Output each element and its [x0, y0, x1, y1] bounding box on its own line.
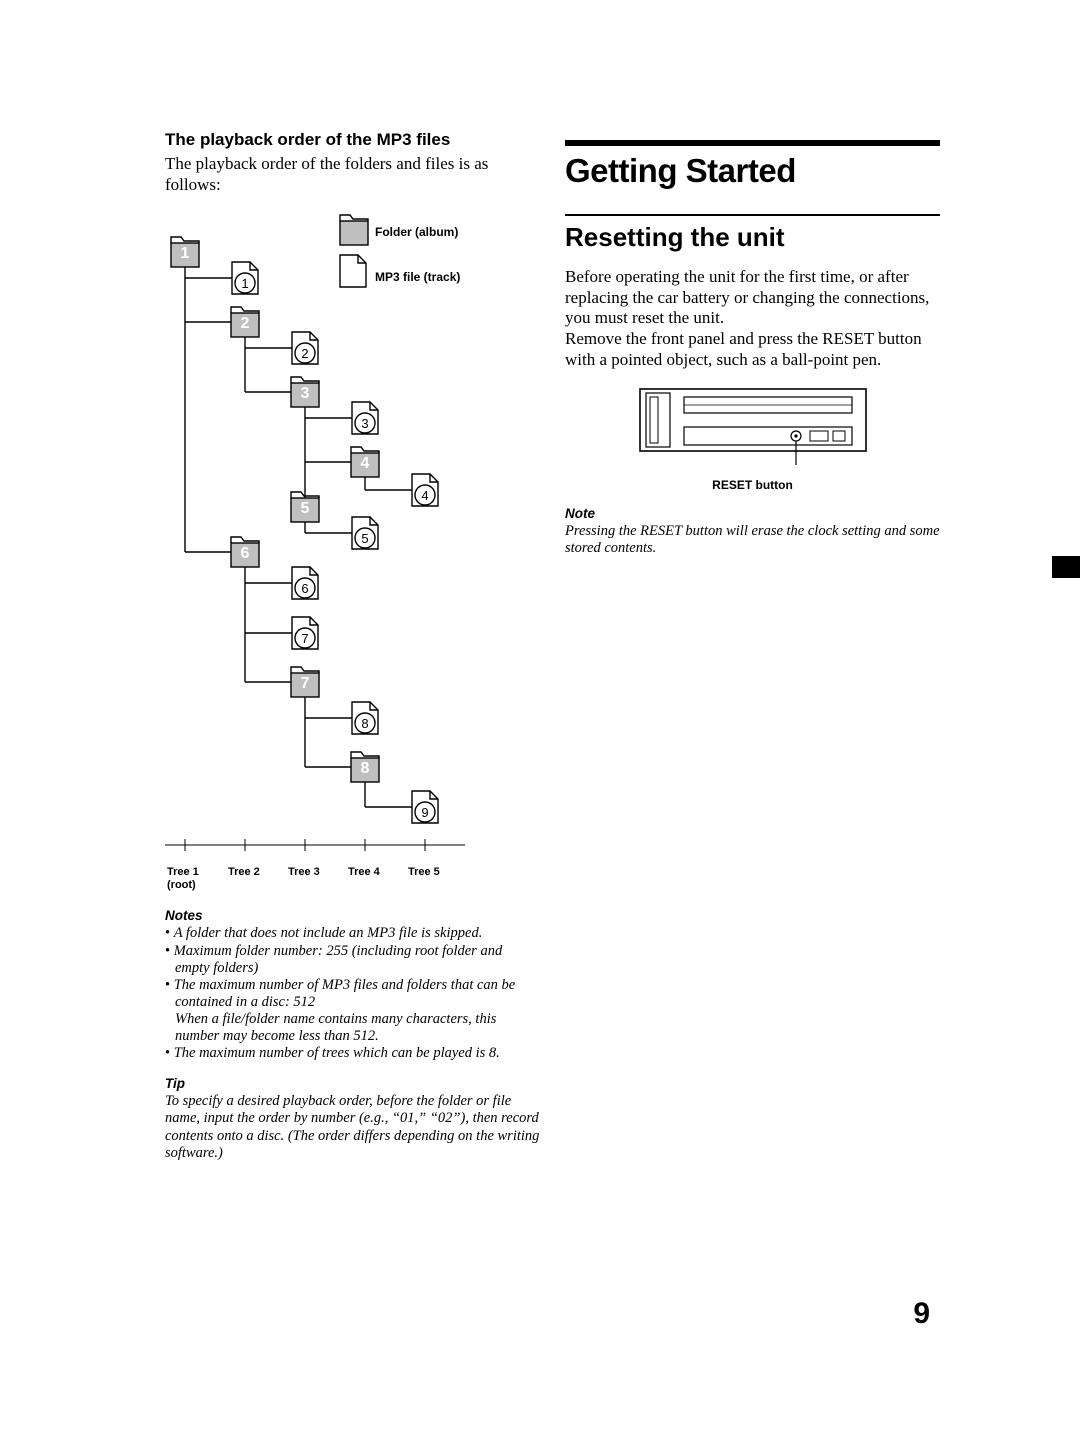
svg-text:3: 3	[361, 416, 368, 431]
note-item: A folder that does not include an MP3 fi…	[165, 925, 540, 942]
right-note-heading: Note	[565, 506, 940, 521]
subsection-rule	[565, 214, 940, 216]
notes-heading: Notes	[165, 908, 540, 923]
tip-heading: Tip	[165, 1076, 540, 1091]
note-item: The maximum number of trees which can be…	[165, 1045, 540, 1062]
note-item: The maximum number of MP3 files and fold…	[165, 977, 540, 1045]
mp3-tree-diagram: Folder (album) MP3 file (track)	[165, 207, 465, 862]
svg-text:2: 2	[241, 315, 250, 332]
notes-list: A folder that does not include an MP3 fi…	[165, 925, 540, 1062]
svg-text:5: 5	[361, 531, 368, 546]
page-number: 9	[913, 1297, 930, 1331]
tree-label-1: Tree 1 (root)	[167, 866, 199, 891]
unit-figure: RESET button	[565, 383, 940, 492]
tree-svg: 1 1 2 2	[165, 207, 465, 862]
note-item: Maximum folder number: 255 (including ro…	[165, 943, 540, 977]
svg-text:8: 8	[361, 716, 368, 731]
svg-text:4: 4	[361, 455, 370, 472]
section-title: Getting Started	[565, 152, 940, 190]
reset-body-1: Before operating the unit for the first …	[565, 267, 940, 329]
svg-text:1: 1	[241, 276, 248, 291]
tip-body: To specify a desired playback order, bef…	[165, 1093, 540, 1161]
mp3-order-subhead: The playback order of the MP3 files	[165, 130, 540, 150]
section-rule	[565, 140, 940, 146]
svg-text:7: 7	[301, 675, 310, 692]
reset-caption: RESET button	[565, 478, 940, 492]
reset-body-2: Remove the front panel and press the RES…	[565, 329, 940, 370]
svg-text:1: 1	[181, 245, 190, 262]
svg-text:7: 7	[301, 631, 308, 646]
tree-label-3: Tree 3	[288, 866, 320, 879]
tree-axis-labels: Tree 1 (root) Tree 2 Tree 3 Tree 4 Tree …	[165, 866, 465, 894]
mp3-order-intro: The playback order of the folders and fi…	[165, 154, 540, 195]
svg-text:6: 6	[241, 545, 250, 562]
svg-text:5: 5	[301, 500, 310, 517]
tree-label-2: Tree 2	[228, 866, 260, 879]
svg-text:6: 6	[301, 581, 308, 596]
page-edge-tab	[1052, 556, 1080, 578]
svg-text:4: 4	[421, 488, 428, 503]
tree-label-5: Tree 5	[408, 866, 440, 879]
subsection-title: Resetting the unit	[565, 222, 940, 253]
svg-text:2: 2	[301, 346, 308, 361]
tree-label-4: Tree 4	[348, 866, 380, 879]
svg-text:8: 8	[361, 760, 370, 777]
svg-text:9: 9	[421, 805, 428, 820]
svg-text:3: 3	[301, 385, 310, 402]
right-note-body: Pressing the RESET button will erase the…	[565, 523, 940, 557]
